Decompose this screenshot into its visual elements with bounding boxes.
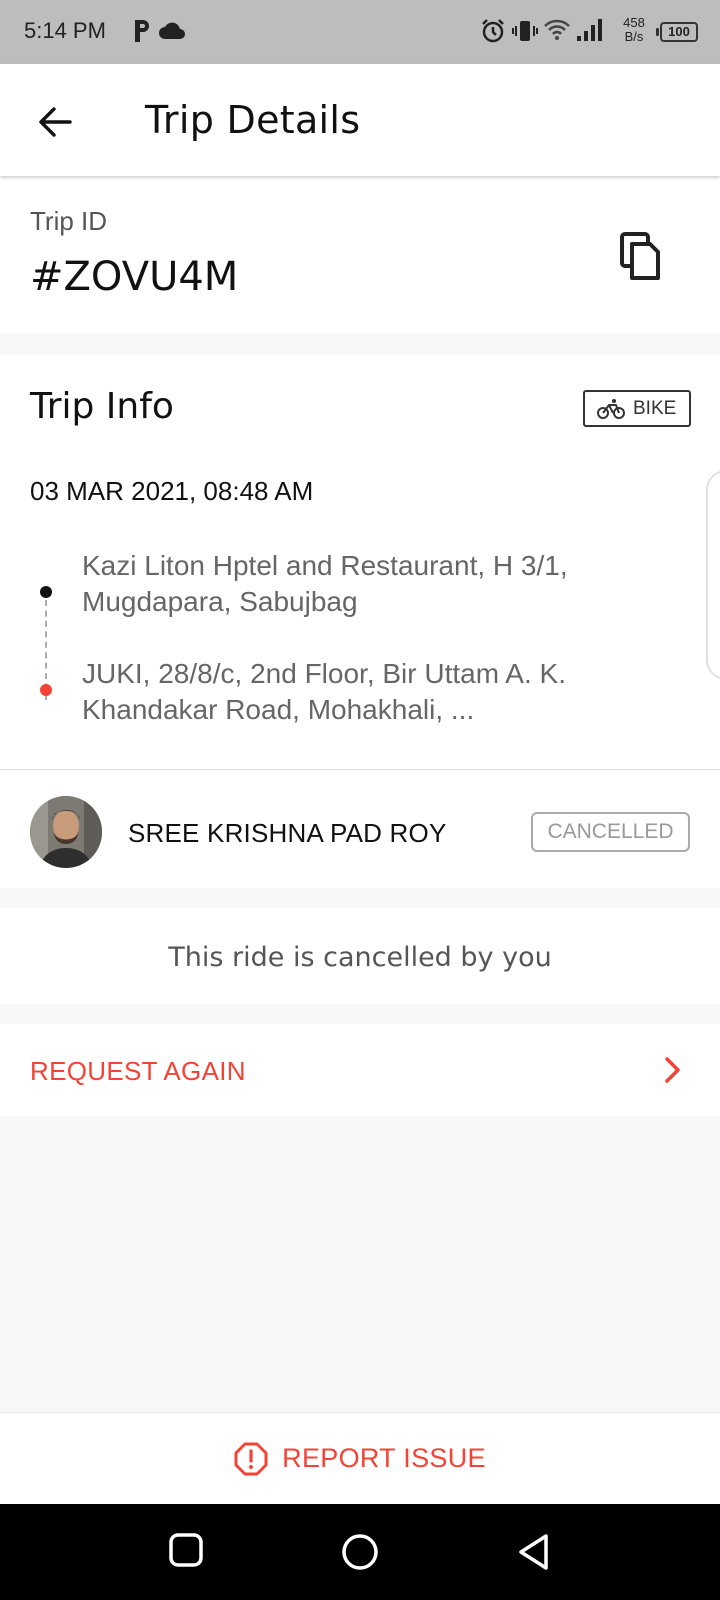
trip-id-label: Trip ID <box>30 206 108 236</box>
cloud-icon <box>158 22 186 45</box>
alert-octagon-icon <box>234 1442 268 1475</box>
triangle-back-icon <box>519 1534 548 1570</box>
vehicle-type-label: BIKE <box>633 397 677 419</box>
square-icon <box>169 1533 203 1567</box>
trip-id-value: #ZOVU4M <box>30 254 239 300</box>
net-speed-unit: B/s <box>624 29 644 44</box>
status-badge: CANCELLED <box>531 812 690 852</box>
signal-icon <box>576 18 602 47</box>
report-issue-label: REPORT ISSUE <box>282 1443 486 1473</box>
copy-icon <box>620 232 660 280</box>
recents-button[interactable] <box>168 1532 204 1573</box>
status-bar: 5:14 PM 458 B/s 100 <box>0 0 720 64</box>
cancel-note: This ride is cancelled by you <box>168 942 552 973</box>
back-button[interactable] <box>32 98 80 146</box>
circle-icon <box>342 1534 378 1570</box>
driver-name: SREE KRISHNA PAD ROY <box>128 818 447 848</box>
trip-info-title: Trip Info <box>30 386 174 427</box>
vehicle-type-badge: BIKE <box>583 390 691 427</box>
system-nav-bar <box>0 1504 720 1600</box>
avatar <box>30 796 102 868</box>
report-issue-button[interactable]: REPORT ISSUE <box>0 1412 720 1504</box>
arrow-left-icon <box>39 107 72 137</box>
net-speed-value: 458 <box>623 15 645 30</box>
back-nav-button[interactable] <box>516 1532 552 1577</box>
chevron-right-icon <box>665 1057 680 1083</box>
pickup-address: Kazi Liton Hptel and Restaurant, H 3/1, … <box>82 550 568 617</box>
request-again-button[interactable]: REQUEST AGAIN <box>0 1024 720 1116</box>
trip-id-card: Trip ID #ZOVU4M <box>0 176 720 334</box>
driver-photo <box>30 796 102 868</box>
status-time: 5:14 PM <box>24 18 106 43</box>
bicycle-icon <box>597 398 625 419</box>
drop-dot <box>40 684 52 696</box>
pickup-dot <box>40 586 52 598</box>
drop-address: JUKI, 28/8/c, 2nd Floor, Bir Uttam A. K.… <box>82 658 566 725</box>
battery-indicator: 100 <box>656 22 698 42</box>
parking-icon <box>132 18 152 49</box>
wifi-icon <box>544 18 570 47</box>
trip-datetime: 03 MAR 2021, 08:48 AM <box>30 476 314 506</box>
net-speed: 458 B/s <box>620 16 648 44</box>
driver-card: SREE KRISHNA PAD ROY CANCELLED <box>0 770 720 888</box>
page-title: Trip Details <box>145 98 361 142</box>
home-button[interactable] <box>340 1532 380 1577</box>
trip-info-card: Trip Info BIKE 03 MAR 2021, 08:48 AM Kaz… <box>0 354 720 769</box>
copy-trip-id-button[interactable] <box>618 230 666 282</box>
side-panel-handle[interactable] <box>706 470 720 680</box>
request-again-label: REQUEST AGAIN <box>30 1056 246 1086</box>
vibrate-icon <box>512 18 538 49</box>
cancel-note-card: This ride is cancelled by you <box>0 908 720 1004</box>
alarm-icon <box>480 18 506 49</box>
app-bar: Trip Details <box>0 64 720 176</box>
